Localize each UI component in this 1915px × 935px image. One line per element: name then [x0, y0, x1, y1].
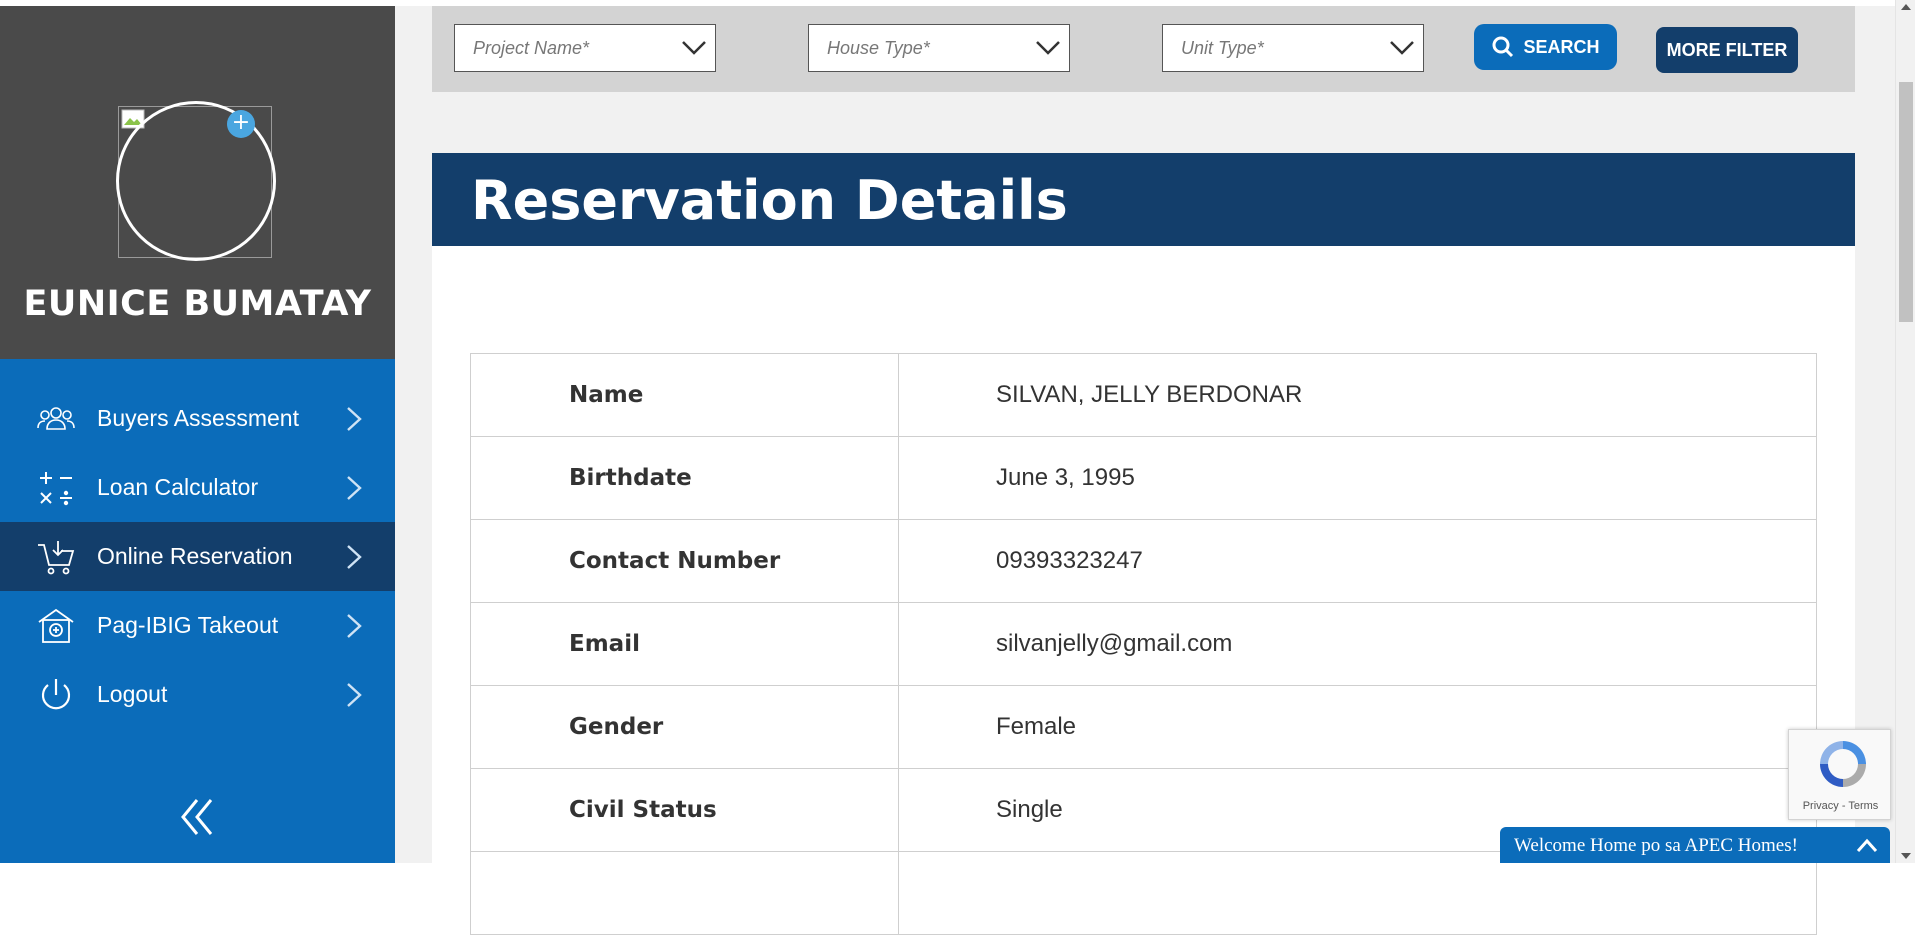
- power-icon: [41, 678, 71, 709]
- chevron-down-icon: [1036, 41, 1060, 55]
- sidebar-item-label: Logout: [97, 681, 168, 707]
- detail-value: 09393323247: [898, 519, 1817, 603]
- scroll-up-icon[interactable]: [1901, 4, 1911, 10]
- search-button-label: SEARCH: [1523, 36, 1600, 57]
- detail-key: Civil Status: [470, 768, 899, 852]
- detail-key: Name: [470, 353, 899, 437]
- page-scrollbar[interactable]: [1895, 0, 1915, 863]
- search-icon: [1492, 36, 1514, 58]
- table-row: Birthdate June 3, 1995: [470, 436, 1817, 520]
- detail-key: [470, 851, 899, 935]
- chevron-right-icon: [347, 613, 362, 638]
- search-button[interactable]: SEARCH: [1474, 24, 1617, 70]
- chevron-up-icon[interactable]: [1856, 837, 1878, 853]
- house-type-placeholder: House Type*: [827, 38, 930, 58]
- sidebar-item-online-reservation[interactable]: Online Reservation: [0, 522, 395, 591]
- page-title: Reservation Details: [471, 169, 1068, 232]
- unit-type-select[interactable]: Unit Type*: [1162, 24, 1424, 72]
- table-row: [470, 851, 1817, 935]
- sidebar: + EUNICE BUMATAY Buyers Assessment Loan …: [0, 6, 395, 863]
- detail-value: SILVAN, JELLY BERDONAR: [898, 353, 1817, 437]
- collapse-sidebar-icon[interactable]: [177, 796, 219, 838]
- reservation-card: Reservation Details Name SILVAN, JELLY B…: [432, 153, 1855, 935]
- sidebar-item-label: Online Reservation: [97, 543, 293, 569]
- scroll-thumb[interactable]: [1899, 82, 1913, 322]
- sidebar-item-logout[interactable]: Logout: [0, 660, 395, 729]
- detail-value: [898, 851, 1817, 935]
- table-row: Contact Number 09393323247: [470, 519, 1817, 603]
- table-row: Name SILVAN, JELLY BERDONAR: [470, 353, 1817, 437]
- recaptcha-icon: [1820, 741, 1866, 787]
- add-photo-icon[interactable]: +: [227, 110, 255, 138]
- project-name-placeholder: Project Name*: [473, 38, 590, 58]
- detail-value: Female: [898, 685, 1817, 769]
- detail-key: Contact Number: [470, 519, 899, 603]
- main-content: Project Name* House Type* Unit Type* SEA…: [395, 0, 1895, 935]
- calculator-icon: [40, 471, 72, 505]
- recaptcha-links[interactable]: Privacy - Terms: [1789, 800, 1892, 812]
- chevron-right-icon: [347, 544, 362, 569]
- sidebar-item-label: Loan Calculator: [97, 474, 259, 500]
- sidebar-item-pag-ibig-takeout[interactable]: Pag-IBIG Takeout: [0, 591, 395, 660]
- house-icon: [38, 608, 74, 643]
- house-type-select[interactable]: House Type*: [808, 24, 1070, 72]
- profile-panel: + EUNICE BUMATAY: [0, 6, 395, 359]
- chevron-right-icon: [347, 682, 362, 707]
- card-header: Reservation Details: [432, 153, 1855, 246]
- detail-key: Email: [470, 602, 899, 686]
- chevron-right-icon: [347, 475, 362, 500]
- chevron-right-icon: [347, 406, 362, 431]
- sidebar-nav: Buyers Assessment Loan Calculator Online…: [0, 384, 395, 729]
- unit-type-placeholder: Unit Type*: [1181, 38, 1264, 58]
- table-row: Email silvanjelly@gmail.com: [470, 602, 1817, 686]
- table-row: Gender Female: [470, 685, 1817, 769]
- chevron-down-icon: [682, 41, 706, 55]
- sidebar-item-label: Buyers Assessment: [97, 405, 299, 431]
- filter-bar: Project Name* House Type* Unit Type* SEA…: [432, 6, 1855, 92]
- recaptcha-badge[interactable]: Privacy - Terms: [1788, 729, 1891, 820]
- sidebar-item-buyers-assessment[interactable]: Buyers Assessment: [0, 384, 395, 453]
- detail-value: silvanjelly@gmail.com: [898, 602, 1817, 686]
- detail-key: Gender: [470, 685, 899, 769]
- cart-icon: [38, 540, 75, 574]
- chat-widget-text: Welcome Home po sa APEC Homes!: [1514, 835, 1798, 856]
- sidebar-item-loan-calculator[interactable]: Loan Calculator: [0, 453, 395, 522]
- more-filter-button[interactable]: MORE FILTER: [1656, 27, 1798, 73]
- detail-key: Birthdate: [470, 436, 899, 520]
- detail-value: June 3, 1995: [898, 436, 1817, 520]
- chat-widget-bar[interactable]: Welcome Home po sa APEC Homes!: [1500, 827, 1890, 863]
- profile-name: EUNICE BUMATAY: [23, 284, 372, 324]
- sidebar-item-label: Pag-IBIG Takeout: [97, 612, 279, 638]
- scroll-down-icon[interactable]: [1901, 853, 1911, 859]
- users-icon: [37, 406, 75, 430]
- project-name-select[interactable]: Project Name*: [454, 24, 716, 72]
- chevron-down-icon: [1390, 41, 1414, 55]
